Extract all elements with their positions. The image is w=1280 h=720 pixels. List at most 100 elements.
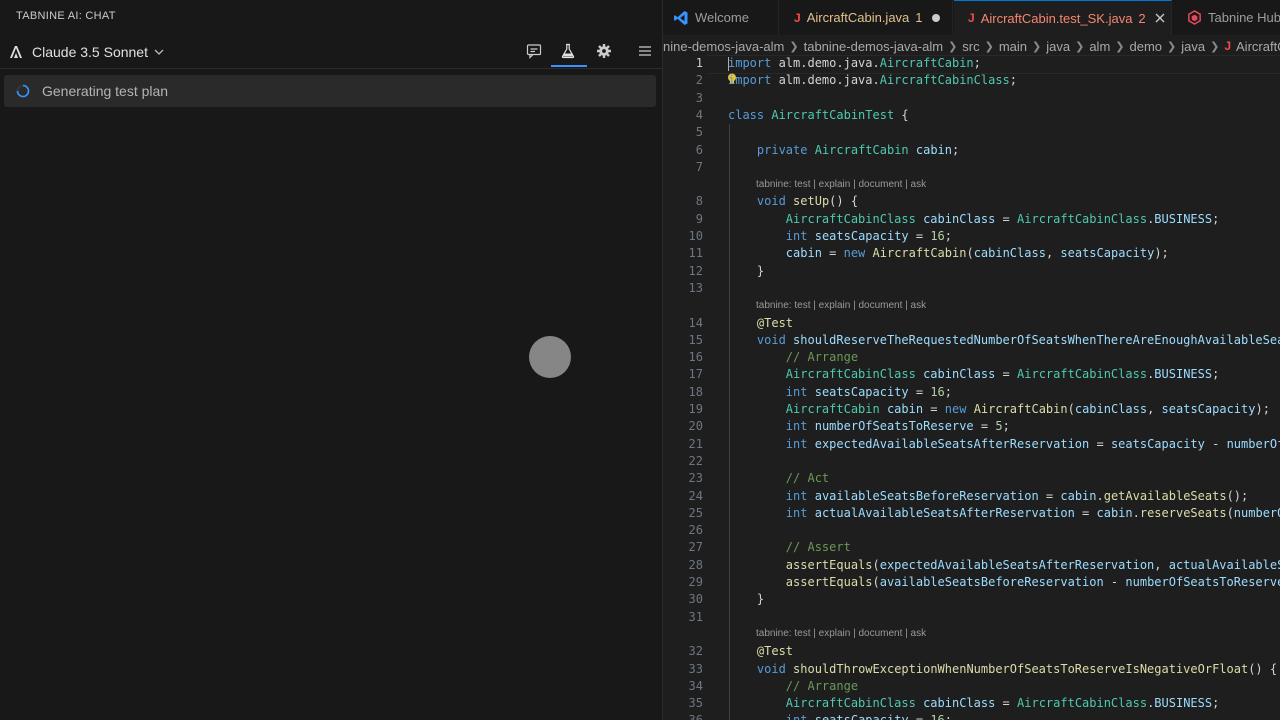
line-number: 22 xyxy=(688,453,703,468)
java-icon: J xyxy=(1224,39,1232,53)
menu-button[interactable] xyxy=(632,38,658,64)
line-number: 34 xyxy=(688,678,703,693)
breadcrumb-item[interactable]: demo xyxy=(1130,39,1163,54)
breadcrumb-item[interactable]: tabnine-demos-java-alm xyxy=(804,39,943,54)
code-text: void shouldThrowExceptionWhenNumberOfSea… xyxy=(756,661,1278,676)
code-line[interactable]: 32 @Test xyxy=(663,643,1280,660)
code-line[interactable]: 4 class AircraftCabinTest { xyxy=(663,107,1280,124)
line-number: 15 xyxy=(688,332,703,347)
tab-tabnine-hub[interactable]: Tabnine Hub xyxy=(1173,0,1280,35)
code-line[interactable]: 6 private AircraftCabin cabin; xyxy=(663,142,1280,159)
model-selector[interactable]: Claude 3.5 Sonnet xyxy=(8,42,164,62)
line-number: 3 xyxy=(695,90,703,105)
tabnine-codelens[interactable]: tabnine: test | explain | document | ask xyxy=(756,627,926,641)
tabnine-hub-icon xyxy=(1188,10,1201,25)
close-icon[interactable] xyxy=(1155,13,1165,23)
code-line[interactable]: 5 xyxy=(663,124,1280,141)
tab-welcome[interactable]: Welcome xyxy=(663,0,779,35)
code-line[interactable]: 12 } xyxy=(663,263,1280,280)
code-line[interactable]: 19 AircraftCabin cabin = new AircraftCab… xyxy=(663,401,1280,418)
code-line[interactable]: 35 AircraftCabinClass cabinClass = Aircr… xyxy=(663,695,1280,712)
line-number: 30 xyxy=(688,592,703,607)
line-number: 33 xyxy=(688,661,703,676)
chat-toolbar: Claude 3.5 Sonnet xyxy=(0,34,662,69)
code-line[interactable]: 9 AircraftCabinClass cabinClass = Aircra… xyxy=(663,211,1280,228)
problem-count-badge: 1 xyxy=(915,10,923,25)
code-text: void shouldReserveTheRequestedNumberOfSe… xyxy=(756,332,1280,347)
code-text: AircraftCabinClass cabinClass = Aircraft… xyxy=(785,211,1220,226)
code-line[interactable]: 29 assertEquals(availableSeatsBeforeRese… xyxy=(663,574,1280,591)
code-line[interactable]: 15 void shouldReserveTheRequestedNumberO… xyxy=(663,332,1280,349)
code-line[interactable]: 13 xyxy=(663,280,1280,297)
code-line[interactable]: 34 // Arrange xyxy=(663,678,1280,695)
line-number: 16 xyxy=(688,350,703,365)
code-text: // Act xyxy=(785,471,830,486)
code-line[interactable]: 26 xyxy=(663,522,1280,539)
code-line[interactable]: 8 void setUp() { xyxy=(663,193,1280,210)
code-line[interactable]: 10 int seatsCapacity = 16; xyxy=(663,228,1280,245)
code-area[interactable]: 1 import alm.demo.java.AircraftCabin; 2 imp… xyxy=(663,55,1280,720)
code-line[interactable]: 36 int seatsCapacity = 16; xyxy=(663,712,1280,720)
line-number: 18 xyxy=(688,384,703,399)
code-line[interactable]: 30 } xyxy=(663,591,1280,608)
settings-button[interactable] xyxy=(591,38,617,64)
breadcrumb-item[interactable]: alm xyxy=(1089,39,1110,54)
breadcrumb-item[interactable]: src xyxy=(962,39,979,54)
code-text: private AircraftCabin cabin; xyxy=(756,142,960,157)
breadcrumb-item[interactable]: java xyxy=(1046,39,1070,54)
line-number: 21 xyxy=(688,436,703,451)
code-text: int seatsCapacity = 16; xyxy=(785,229,953,243)
code-line[interactable]: 25 int actualAvailableSeatsAfterReservat… xyxy=(663,505,1280,522)
code-line[interactable]: 14 @Test xyxy=(663,315,1280,332)
tab-label: AircraftCabin.java xyxy=(806,10,910,25)
code-line[interactable]: 20 int numberOfSeatsToReserve = 5; xyxy=(663,418,1280,435)
code-text: import alm.demo.java.AircraftCabin; xyxy=(728,56,981,70)
breadcrumb-item[interactable]: AircraftCab xyxy=(1236,39,1280,54)
tabnine-codelens[interactable]: tabnine: test | explain | document | ask xyxy=(756,299,926,313)
test-button[interactable] xyxy=(555,38,581,64)
code-line[interactable]: 28 assertEquals(expectedAvailableSeatsAf… xyxy=(663,557,1280,574)
code-line[interactable]: 33 void shouldThrowExceptionWhenNumberOf… xyxy=(663,661,1280,678)
code-text: int actualAvailableSeatsAfterReservation… xyxy=(785,505,1280,520)
breadcrumb-item[interactable]: java xyxy=(1181,39,1205,54)
breadcrumb-item[interactable]: main xyxy=(999,39,1027,54)
code-text: int expectedAvailableSeatsAfterReservati… xyxy=(785,436,1280,451)
breadcrumb: nine-demos-java-alm ❯ tabnine-demos-java… xyxy=(663,35,1280,57)
line-number: 29 xyxy=(688,575,703,589)
code-line[interactable]: 17 AircraftCabinClass cabinClass = Aircr… xyxy=(663,366,1280,383)
code-line[interactable]: 23 // Act xyxy=(663,470,1280,487)
code-line[interactable]: 3 xyxy=(663,90,1280,107)
code-line[interactable]: 2 import alm.demo.java.AircraftCabinClass… xyxy=(663,72,1280,89)
unsaved-dot-icon[interactable] xyxy=(931,13,940,22)
code-text: } xyxy=(728,592,765,607)
code-line[interactable]: 11 cabin = new AircraftCabin(cabinClass,… xyxy=(663,245,1280,262)
code-text: // Arrange xyxy=(785,678,859,693)
breadcrumb-item[interactable]: nine-demos-java-alm xyxy=(663,39,784,54)
generation-status: Generating test plan xyxy=(4,75,656,107)
code-editor: Welcome J AircraftCabin.java 1 J Aircraf… xyxy=(663,0,1280,720)
active-tool-indicator xyxy=(551,65,587,67)
problem-count-badge: 2 xyxy=(1138,10,1146,26)
code-line[interactable]: 18 int seatsCapacity = 16; xyxy=(663,384,1280,401)
line-number: 35 xyxy=(688,696,703,711)
line-number: 12 xyxy=(688,263,703,278)
chevron-right-icon: ❯ xyxy=(789,40,799,53)
code-line[interactable]: 16 // Arrange xyxy=(663,349,1280,366)
code-line[interactable]: 7 xyxy=(663,159,1280,176)
code-line[interactable]: 24 int availableSeatsBeforeReservation =… xyxy=(663,488,1280,505)
tab-aircraftcabin-java[interactable]: J AircraftCabin.java 1 xyxy=(780,0,953,35)
chevron-right-icon: ❯ xyxy=(1075,40,1085,53)
menu-icon xyxy=(639,46,651,56)
code-line[interactable]: 1 import alm.demo.java.AircraftCabin; xyxy=(663,55,1280,72)
code-text: @Test xyxy=(756,644,794,659)
code-line[interactable]: 27 // Assert xyxy=(663,539,1280,556)
tab-label: Tabnine Hub xyxy=(1208,10,1280,25)
chat-history-button[interactable] xyxy=(521,38,547,64)
code-line[interactable]: 21 int expectedAvailableSeatsAfterReserv… xyxy=(663,436,1280,453)
tabnine-codelens[interactable]: tabnine: test | explain | document | ask xyxy=(756,178,926,192)
code-line[interactable]: 31 xyxy=(663,609,1280,626)
code-line[interactable]: 22 xyxy=(663,453,1280,470)
tab-aircraftcabin-test[interactable]: J AircraftCabin.test_SK.java 2 xyxy=(954,0,1172,35)
code-text: int seatsCapacity = 16; xyxy=(728,712,952,720)
code-text: int numberOfSeatsToReserve = 5; xyxy=(785,419,1010,434)
